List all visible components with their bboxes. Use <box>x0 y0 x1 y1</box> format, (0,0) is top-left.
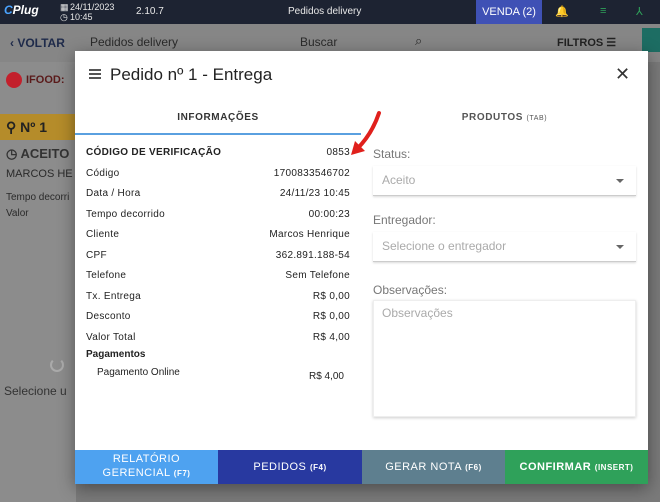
datetime: ▦24/11/2023 ◷ 10:45 <box>60 2 114 22</box>
ifood-logo-icon <box>6 72 22 88</box>
close-icon[interactable]: ✕ <box>615 64 630 85</box>
info-label: CÓDIGO DE VERIFICAÇÃO <box>86 147 222 158</box>
payment-value: R$ 4,00 <box>308 371 344 382</box>
info-row: Cliente Marcos Henrique <box>86 229 350 250</box>
modal-title: Pedido nº 1 - Entrega <box>110 65 273 84</box>
search-icon[interactable]: ⌕ <box>415 33 422 49</box>
info-row: Telefone Sem Telefone <box>86 270 350 291</box>
info-row: Código 1700833546702 <box>86 168 350 189</box>
window-title: Pedidos delivery <box>288 6 362 17</box>
tab-produtos[interactable]: PRODUTOS (TAB) <box>361 101 648 135</box>
page-title: Pedidos delivery <box>90 35 179 49</box>
filtros-button[interactable]: FILTROS ☰ <box>557 36 616 49</box>
info-label: Código <box>86 167 120 179</box>
payment-label: Pagamento Online <box>97 367 180 378</box>
courier-select[interactable]: Selecione o entregador <box>373 232 636 262</box>
info-value: Sem Telefone <box>285 270 350 281</box>
notes-label: Observações: <box>373 283 448 297</box>
date-text: 24/11/2023 <box>70 2 115 12</box>
order-modal: Pedido nº 1 - Entrega ✕ INFORMAÇÕES PROD… <box>75 51 648 484</box>
order-elapsed: Tempo decorri <box>6 192 70 203</box>
info-label: Desconto <box>86 311 131 322</box>
side-panel-icon[interactable] <box>642 28 660 52</box>
info-value: 24/11/23 10:45 <box>279 188 350 199</box>
gerar-nota-button[interactable]: GERAR NOTA (F6) <box>362 450 505 484</box>
order-info: CÓDIGO DE VERIFICAÇÃO 0853 Código 170083354… <box>86 147 350 383</box>
info-label: Tempo decorrido <box>86 208 165 220</box>
info-value: R$ 0,00 <box>312 311 350 322</box>
info-row: Tx. Entrega R$ 0,00 <box>86 291 350 312</box>
list-icon <box>89 69 101 81</box>
info-value: R$ 0,00 <box>312 290 350 302</box>
top-bar: CPlug ▦24/11/2023 ◷ 10:45 2.10.7 Pedidos … <box>0 0 660 24</box>
info-value: 0853 <box>326 147 350 158</box>
order-card-header[interactable]: ⚲ Nº 1 <box>0 114 76 140</box>
info-row: Desconto R$ 0,00 <box>86 311 350 332</box>
info-label: Tx. Entrega <box>86 290 141 302</box>
info-row: Valor Total R$ 4,00 <box>86 332 350 353</box>
info-value: R$ 4,00 <box>312 331 350 343</box>
courier-label: Entregador: <box>373 213 436 227</box>
pedidos-button[interactable]: PEDIDOS (F4) <box>218 450 362 484</box>
chevron-down-icon <box>616 179 624 183</box>
payment-row: Pagamento Online R$ 4,00 <box>97 367 350 383</box>
venda-button[interactable]: VENDA (2) <box>476 0 542 24</box>
time-text: 10:45 <box>70 12 93 22</box>
info-value: 1700833546702 <box>273 167 350 179</box>
info-label: Telefone <box>86 270 127 281</box>
relatorio-gerencial-button[interactable]: RELATÓRIO GERENCIAL (F7) <box>75 450 218 484</box>
notes-textarea[interactable]: Observações <box>373 300 636 417</box>
network-icon[interactable]: ⅄ <box>636 5 643 18</box>
status-value: Aceito <box>382 173 416 187</box>
info-row: CPF 362.891.188-54 <box>86 250 350 271</box>
info-value: Marcos Henrique <box>269 229 350 240</box>
voltar-button[interactable]: ‹ VOLTAR <box>10 36 65 50</box>
tab-informacoes[interactable]: INFORMAÇÕES <box>75 101 361 135</box>
ifood-label: IFOOD: <box>6 72 65 88</box>
order-value: Valor <box>6 208 29 219</box>
modal-header: Pedido nº 1 - Entrega ✕ <box>75 51 648 101</box>
info-row: Data / Hora 24/11/23 10:45 <box>86 188 350 209</box>
search-input[interactable]: Buscar <box>300 35 337 49</box>
courier-placeholder: Selecione o entregador <box>382 239 507 253</box>
calendar-icon: ▦ <box>60 2 69 12</box>
menu-icon[interactable]: ≡ <box>600 5 606 17</box>
app-logo: CPlug <box>4 3 39 17</box>
modal-footer: RELATÓRIO GERENCIAL (F7) PEDIDOS (F4) GE… <box>75 450 648 484</box>
info-value: 362.891.188-54 <box>275 249 350 261</box>
order-select[interactable]: Selecione u <box>4 384 67 398</box>
info-label: CPF <box>86 249 107 261</box>
confirmar-button[interactable]: CONFIRMAR (INSERT) <box>505 450 648 484</box>
order-status: ◷ ACEITO <box>6 146 70 161</box>
bell-icon[interactable]: 🔔 <box>555 5 569 18</box>
info-value: 00:00:23 <box>308 208 350 220</box>
notes-placeholder: Observações <box>382 306 453 320</box>
info-label: Data / Hora <box>86 188 141 199</box>
info-row: Tempo decorrido 00:00:23 <box>86 209 350 230</box>
chevron-down-icon <box>616 245 624 249</box>
info-label: Valor Total <box>86 331 136 343</box>
info-row: CÓDIGO DE VERIFICAÇÃO 0853 <box>86 147 350 168</box>
loading-spinner-icon <box>50 358 64 372</box>
order-list: IFOOD: ⚲ Nº 1 ◷ ACEITO MARCOS HE Tempo d… <box>0 62 76 502</box>
order-customer: MARCOS HE <box>6 168 73 180</box>
status-label: Status: <box>373 147 411 161</box>
status-select[interactable]: Aceito <box>373 166 636 196</box>
order-form: Status: Aceito Entregador: Selecione o e… <box>373 147 636 417</box>
clock-icon: ◷ <box>60 12 68 22</box>
version-text: 2.10.7 <box>136 6 164 17</box>
info-label: Cliente <box>86 229 120 240</box>
